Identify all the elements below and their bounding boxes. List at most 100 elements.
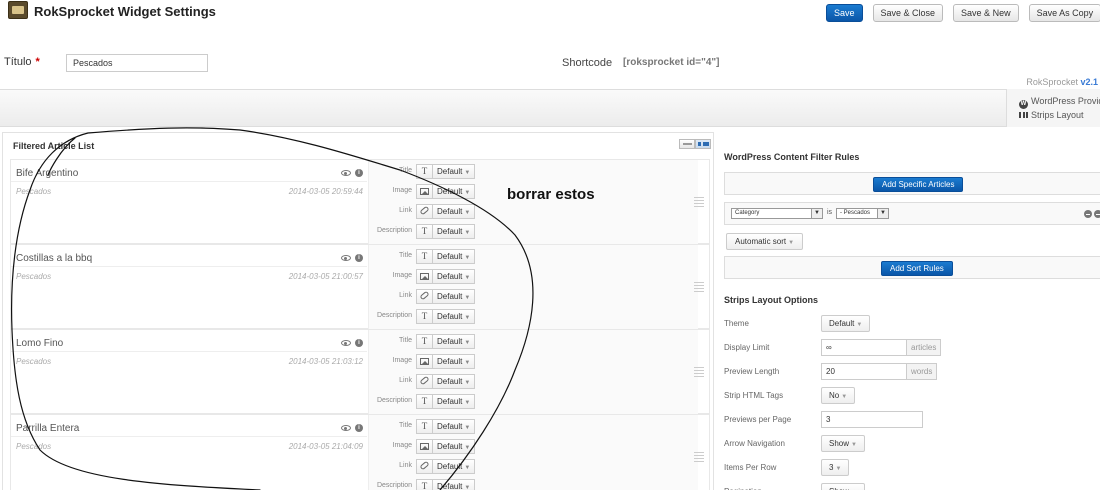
add-specific-articles-button[interactable]: Add Specific Articles bbox=[873, 177, 964, 192]
layout-option-select[interactable]: Default ▼ bbox=[821, 315, 871, 332]
link-option: Link Default ▼ bbox=[369, 373, 699, 391]
expanded-view-icon[interactable] bbox=[695, 139, 711, 149]
layout-option-input[interactable]: 3 bbox=[821, 411, 923, 428]
provider-summary: WWordPress Provide Strips Layout bbox=[1006, 89, 1100, 127]
option-select[interactable]: Default ▼ bbox=[433, 249, 476, 264]
wordpress-icon: W bbox=[1019, 100, 1028, 109]
layout-option-select[interactable]: Show▼ bbox=[821, 483, 865, 490]
eye-icon[interactable] bbox=[341, 425, 351, 431]
drag-handle-icon[interactable] bbox=[694, 282, 704, 293]
option-select[interactable]: Default ▼ bbox=[433, 394, 476, 409]
option-select[interactable]: Default ▼ bbox=[433, 334, 476, 349]
drag-handle-icon[interactable] bbox=[694, 197, 704, 208]
option-select[interactable]: Default ▼ bbox=[433, 374, 476, 389]
article-title[interactable]: Costillas a la bbq bbox=[16, 253, 92, 264]
text-icon[interactable]: T bbox=[416, 334, 433, 349]
image-option: Image Default ▼ bbox=[369, 438, 699, 456]
save-new-button[interactable]: Save & New bbox=[953, 4, 1019, 22]
link-icon[interactable] bbox=[416, 459, 433, 474]
info-icon[interactable]: i bbox=[355, 169, 363, 177]
caret-down-icon: ▼ bbox=[835, 466, 842, 472]
rule-field-select[interactable]: Category ▼ bbox=[731, 208, 823, 219]
text-icon[interactable]: T bbox=[416, 419, 433, 434]
link-option: Link Default ▼ bbox=[369, 458, 699, 476]
option-select[interactable]: Default ▼ bbox=[433, 459, 476, 474]
link-icon[interactable] bbox=[416, 374, 433, 389]
option-label: Description bbox=[376, 227, 412, 234]
text-icon[interactable]: T bbox=[416, 164, 433, 179]
article-item[interactable]: Costillas a la bbq i Pescados 2014-03-05 21… bbox=[10, 244, 710, 330]
shortcode-value: [roksprocket id="4"] bbox=[623, 57, 720, 68]
option-select[interactable]: Default ▼ bbox=[433, 309, 476, 324]
remove-rule-icon-2[interactable] bbox=[1094, 210, 1100, 218]
remove-rule-icon[interactable] bbox=[1084, 210, 1092, 218]
text-icon[interactable]: T bbox=[416, 224, 433, 239]
annotation-text: borrar estos bbox=[507, 186, 595, 203]
info-icon[interactable]: i bbox=[355, 339, 363, 347]
option-select[interactable]: Default ▼ bbox=[433, 184, 476, 199]
article-item[interactable]: Lomo Fino i Pescados 2014-03-05 21:03:12 Tit… bbox=[10, 329, 710, 415]
required-marker: * bbox=[35, 56, 40, 68]
title-option: Title T Default ▼ bbox=[369, 418, 699, 436]
text-icon[interactable]: T bbox=[416, 309, 433, 324]
article-title[interactable]: Bife Argentino bbox=[16, 168, 78, 179]
image-icon[interactable] bbox=[416, 184, 433, 199]
option-select[interactable]: Default ▼ bbox=[433, 479, 476, 490]
layout-option-label: Preview Length bbox=[724, 367, 780, 376]
chevron-down-icon: ▼ bbox=[811, 209, 822, 218]
layout-option-select[interactable]: No ▼ bbox=[821, 387, 856, 404]
save-close-button[interactable]: Save & Close bbox=[872, 4, 944, 22]
article-date: 2014-03-05 21:04:09 bbox=[288, 442, 363, 451]
eye-icon[interactable] bbox=[341, 255, 351, 261]
link-icon[interactable] bbox=[416, 204, 433, 219]
caret-down-icon: ▼ bbox=[464, 315, 471, 321]
layout-option-select[interactable]: Show▼ bbox=[821, 435, 865, 452]
strips-icon bbox=[1019, 112, 1028, 118]
layout-option-input[interactable]: 20 bbox=[821, 363, 907, 380]
drag-handle-icon[interactable] bbox=[694, 367, 704, 378]
save-button[interactable]: Save bbox=[826, 4, 863, 22]
info-icon[interactable]: i bbox=[355, 424, 363, 432]
eye-icon[interactable] bbox=[341, 340, 351, 346]
option-select[interactable]: Default ▼ bbox=[433, 224, 476, 239]
option-select[interactable]: Default ▼ bbox=[433, 439, 476, 454]
sort-dropdown[interactable]: Automatic sort ▼ bbox=[726, 233, 804, 250]
link-icon[interactable] bbox=[416, 289, 433, 304]
layout-line[interactable]: Strips Layout bbox=[1019, 110, 1084, 120]
option-select[interactable]: Default ▼ bbox=[433, 354, 476, 369]
option-select[interactable]: Default ▼ bbox=[433, 164, 476, 179]
layout-option-select[interactable]: 3 ▼ bbox=[821, 459, 850, 476]
text-icon[interactable]: T bbox=[416, 249, 433, 264]
chevron-down-icon: ▼ bbox=[877, 209, 888, 218]
article-title[interactable]: Parrilla Entera bbox=[16, 423, 79, 434]
image-icon[interactable] bbox=[416, 439, 433, 454]
save-as-copy-button[interactable]: Save As Copy bbox=[1028, 4, 1100, 22]
article-date: 2014-03-05 21:00:57 bbox=[288, 272, 363, 281]
article-title[interactable]: Lomo Fino bbox=[16, 338, 63, 349]
image-icon[interactable] bbox=[416, 354, 433, 369]
option-select[interactable]: Default ▼ bbox=[433, 269, 476, 284]
eye-icon[interactable] bbox=[341, 170, 351, 176]
option-label: Image bbox=[392, 357, 412, 364]
option-select[interactable]: Default ▼ bbox=[433, 419, 476, 434]
titulo-input[interactable] bbox=[66, 54, 208, 72]
text-icon[interactable]: T bbox=[416, 479, 433, 490]
text-icon[interactable]: T bbox=[416, 394, 433, 409]
option-select[interactable]: Default ▼ bbox=[433, 204, 476, 219]
divider bbox=[11, 266, 367, 267]
option-select[interactable]: Default ▼ bbox=[433, 289, 476, 304]
provider-line[interactable]: WWordPress Provide bbox=[1019, 96, 1100, 109]
info-icon[interactable]: i bbox=[355, 254, 363, 262]
add-sort-rules-button[interactable]: Add Sort Rules bbox=[881, 261, 953, 276]
rule-value-select[interactable]: - Pescados ▼ bbox=[836, 208, 889, 219]
drag-handle-icon[interactable] bbox=[694, 452, 704, 463]
compact-view-icon[interactable] bbox=[679, 139, 695, 149]
image-icon[interactable] bbox=[416, 269, 433, 284]
option-label: Image bbox=[392, 187, 412, 194]
article-item[interactable]: Bife Argentino i Pescados 2014-03-05 20:59:… bbox=[10, 159, 710, 245]
caret-down-icon: ▼ bbox=[464, 210, 471, 216]
article-item[interactable]: Parrilla Entera i Pescados 2014-03-05 21:04… bbox=[10, 414, 710, 490]
layout-option-input[interactable]: ∞ bbox=[821, 339, 907, 356]
tabs-banner bbox=[0, 89, 1100, 127]
option-label: Description bbox=[376, 397, 412, 404]
